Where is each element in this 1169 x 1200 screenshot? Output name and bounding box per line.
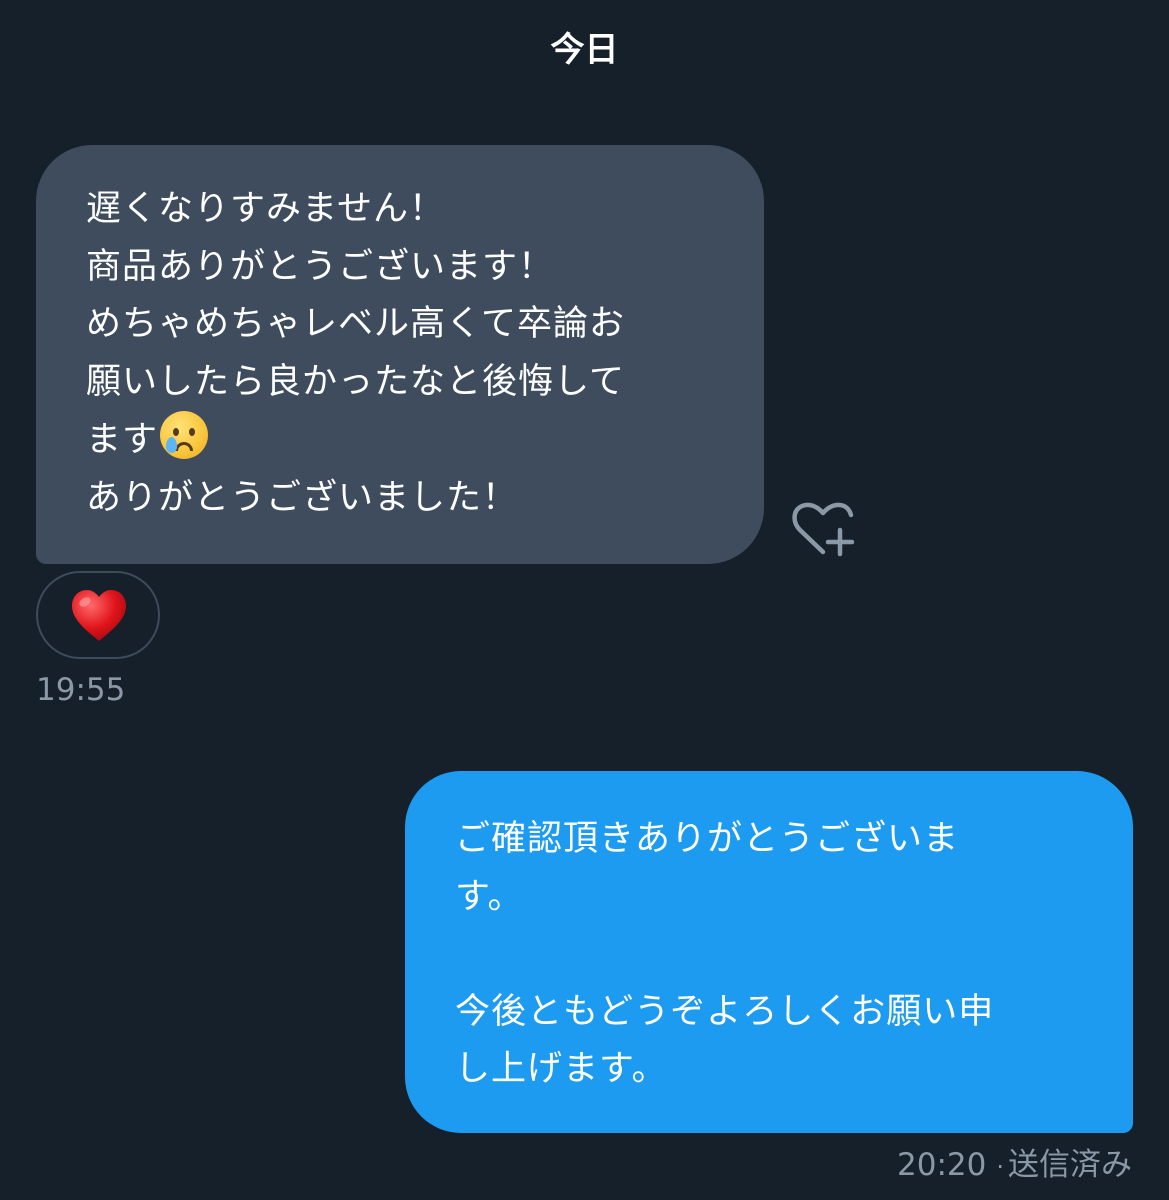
message-line: 今後ともどうぞよろしくお願い申 [455, 991, 995, 1032]
message-line: 願いしたら良かったなと後悔して [86, 361, 625, 402]
date-divider: 今日 [550, 30, 619, 70]
message-line: めちゃめちゃレベル高くて卒論お [86, 304, 625, 344]
red-heart-icon [72, 590, 126, 641]
sent-message-bubble[interactable]: ご確認頂きありがとうございま す。 今後ともどうぞよろしくお願い申 し上げます。 [405, 771, 1133, 1133]
dm-conversation: 今日 遅くなりすみません！ 商品ありがとうございます！ めちゃめちゃレベル高くて… [0, 0, 1169, 1200]
message-line: 商品ありがとうございます！ [86, 246, 555, 287]
received-message-time: 19:55 [36, 672, 126, 708]
message-line-text: ます [86, 420, 159, 460]
delivery-status: 送信済み [1008, 1147, 1132, 1183]
heart-reaction-badge[interactable] [36, 571, 160, 659]
message-line: ご確認頂きありがとうございま [455, 819, 960, 859]
received-message-bubble[interactable]: 遅くなりすみません！ 商品ありがとうございます！ めちゃめちゃレベル高くて卒論お… [36, 145, 764, 564]
sent-message-meta: 20:20 · 送信済み [897, 1143, 1132, 1189]
add-reaction-icon[interactable] [790, 500, 856, 558]
message-line: 遅くなりすみません！ [86, 189, 445, 229]
sent-message-time: 20:20 [897, 1147, 987, 1183]
crying-face-emoji-icon [160, 411, 209, 459]
message-line-with-emoji: ます [86, 411, 724, 470]
message-line: す。 [455, 876, 524, 917]
message-line: し上げます。 [455, 1049, 668, 1089]
meta-separator: · [996, 1153, 1004, 1181]
message-line: ありがとうございました！ [86, 477, 519, 518]
